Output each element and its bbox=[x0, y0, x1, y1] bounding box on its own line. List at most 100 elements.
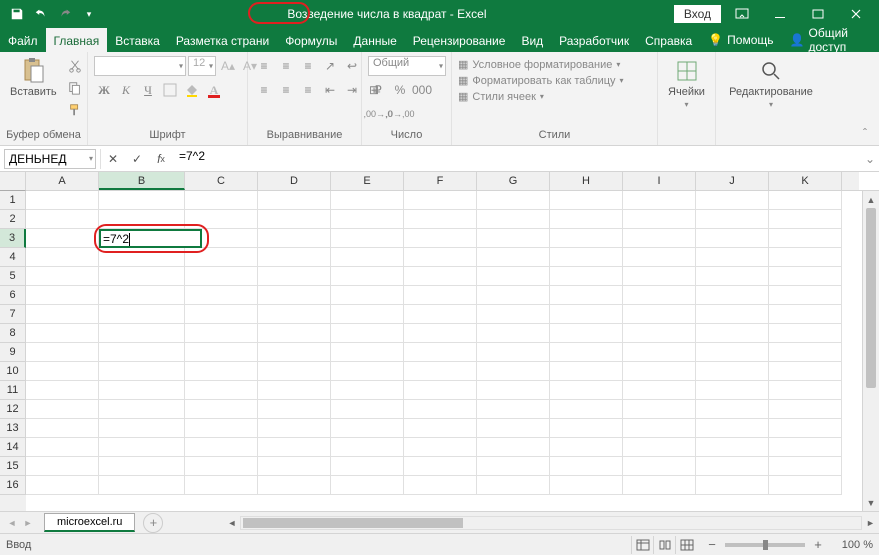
zoom-slider-thumb[interactable] bbox=[763, 540, 768, 550]
cell[interactable] bbox=[99, 267, 185, 286]
cell[interactable] bbox=[623, 248, 696, 267]
cell[interactable] bbox=[99, 305, 185, 324]
cell[interactable] bbox=[769, 286, 842, 305]
minimize-button[interactable] bbox=[763, 2, 797, 26]
column-header[interactable]: K bbox=[769, 172, 842, 190]
cell[interactable] bbox=[477, 267, 550, 286]
cell[interactable] bbox=[331, 438, 404, 457]
cell[interactable] bbox=[99, 248, 185, 267]
cell[interactable] bbox=[185, 324, 258, 343]
tab-help[interactable]: Справка bbox=[637, 28, 700, 52]
align-middle-button[interactable]: ≡ bbox=[276, 56, 296, 76]
border-button[interactable] bbox=[160, 80, 180, 100]
cell[interactable] bbox=[185, 305, 258, 324]
currency-button[interactable]: ₽ bbox=[368, 80, 388, 100]
cell[interactable] bbox=[99, 343, 185, 362]
cell[interactable] bbox=[477, 305, 550, 324]
cell[interactable] bbox=[477, 229, 550, 248]
cell[interactable] bbox=[404, 248, 477, 267]
save-button[interactable] bbox=[6, 3, 28, 25]
cell[interactable] bbox=[769, 438, 842, 457]
cell[interactable] bbox=[26, 362, 99, 381]
column-header[interactable]: H bbox=[550, 172, 623, 190]
cell-styles-button[interactable]: ▦Стили ячеек▾ bbox=[458, 90, 544, 103]
italic-button[interactable]: К bbox=[116, 80, 136, 100]
cell[interactable] bbox=[696, 210, 769, 229]
vertical-scrollbar[interactable]: ▲ ▼ bbox=[862, 191, 879, 511]
cell[interactable] bbox=[550, 248, 623, 267]
active-cell[interactable]: =7^2 bbox=[99, 229, 202, 248]
cell[interactable] bbox=[404, 343, 477, 362]
paste-button[interactable]: Вставить bbox=[6, 56, 61, 100]
cell[interactable] bbox=[26, 305, 99, 324]
ribbon-options-icon[interactable] bbox=[725, 2, 759, 26]
column-header[interactable]: J bbox=[696, 172, 769, 190]
tab-formulas[interactable]: Формулы bbox=[277, 28, 345, 52]
cell[interactable] bbox=[99, 210, 185, 229]
cell[interactable] bbox=[99, 476, 185, 495]
cell[interactable] bbox=[769, 476, 842, 495]
cell[interactable] bbox=[185, 210, 258, 229]
cell[interactable] bbox=[258, 305, 331, 324]
row-header[interactable]: 1 bbox=[0, 191, 26, 210]
cell[interactable] bbox=[404, 381, 477, 400]
scroll-thumb[interactable] bbox=[243, 518, 463, 528]
cell[interactable] bbox=[477, 210, 550, 229]
cell[interactable] bbox=[99, 438, 185, 457]
decrease-decimal-button[interactable]: ,0→,00 bbox=[390, 104, 410, 124]
cell[interactable] bbox=[99, 191, 185, 210]
cell[interactable] bbox=[404, 457, 477, 476]
cell[interactable] bbox=[26, 324, 99, 343]
tab-view[interactable]: Вид bbox=[513, 28, 551, 52]
format-as-table-button[interactable]: ▦Форматировать как таблицу▾ bbox=[458, 74, 624, 87]
cell[interactable] bbox=[258, 400, 331, 419]
cell[interactable] bbox=[550, 419, 623, 438]
signin-button[interactable]: Вход bbox=[674, 5, 721, 23]
cell[interactable] bbox=[258, 362, 331, 381]
cell[interactable] bbox=[185, 286, 258, 305]
cell[interactable] bbox=[550, 438, 623, 457]
cell[interactable] bbox=[26, 476, 99, 495]
cell[interactable] bbox=[477, 381, 550, 400]
sheet-nav-next-button[interactable]: ► bbox=[20, 515, 36, 531]
cell[interactable] bbox=[26, 286, 99, 305]
percent-button[interactable]: % bbox=[390, 80, 410, 100]
wrap-text-button[interactable]: ↩ bbox=[342, 56, 362, 76]
cell[interactable] bbox=[550, 229, 623, 248]
cell[interactable] bbox=[769, 248, 842, 267]
cell[interactable] bbox=[696, 267, 769, 286]
cell[interactable] bbox=[623, 267, 696, 286]
cell[interactable] bbox=[258, 438, 331, 457]
zoom-in-button[interactable]: + bbox=[811, 537, 825, 552]
cell[interactable] bbox=[26, 457, 99, 476]
cell[interactable] bbox=[331, 457, 404, 476]
cancel-formula-button[interactable]: ✕ bbox=[101, 149, 125, 169]
scroll-down-button[interactable]: ▼ bbox=[863, 494, 879, 511]
cell[interactable] bbox=[26, 210, 99, 229]
cell[interactable] bbox=[477, 324, 550, 343]
cell[interactable] bbox=[185, 343, 258, 362]
cell[interactable] bbox=[550, 210, 623, 229]
cell[interactable] bbox=[258, 267, 331, 286]
cell[interactable] bbox=[26, 381, 99, 400]
qat-customize-icon[interactable]: ▾ bbox=[78, 3, 100, 25]
cell[interactable] bbox=[623, 324, 696, 343]
row-header[interactable]: 4 bbox=[0, 248, 26, 267]
cell[interactable] bbox=[696, 476, 769, 495]
cell[interactable] bbox=[550, 305, 623, 324]
number-format-combo[interactable]: Общий▾ bbox=[368, 56, 446, 76]
scroll-up-button[interactable]: ▲ bbox=[863, 191, 879, 208]
close-button[interactable] bbox=[839, 2, 873, 26]
cell[interactable] bbox=[477, 438, 550, 457]
align-top-button[interactable]: ≡ bbox=[254, 56, 274, 76]
cell[interactable] bbox=[185, 419, 258, 438]
cell[interactable] bbox=[258, 286, 331, 305]
font-color-button[interactable]: A bbox=[204, 80, 224, 100]
cell[interactable] bbox=[404, 419, 477, 438]
font-name-combo[interactable]: ▾ bbox=[94, 56, 186, 76]
maximize-button[interactable] bbox=[801, 2, 835, 26]
tab-file[interactable]: Файл bbox=[0, 28, 46, 52]
increase-font-button[interactable]: A▴ bbox=[218, 56, 238, 76]
cell[interactable] bbox=[331, 267, 404, 286]
scroll-thumb[interactable] bbox=[866, 208, 876, 388]
